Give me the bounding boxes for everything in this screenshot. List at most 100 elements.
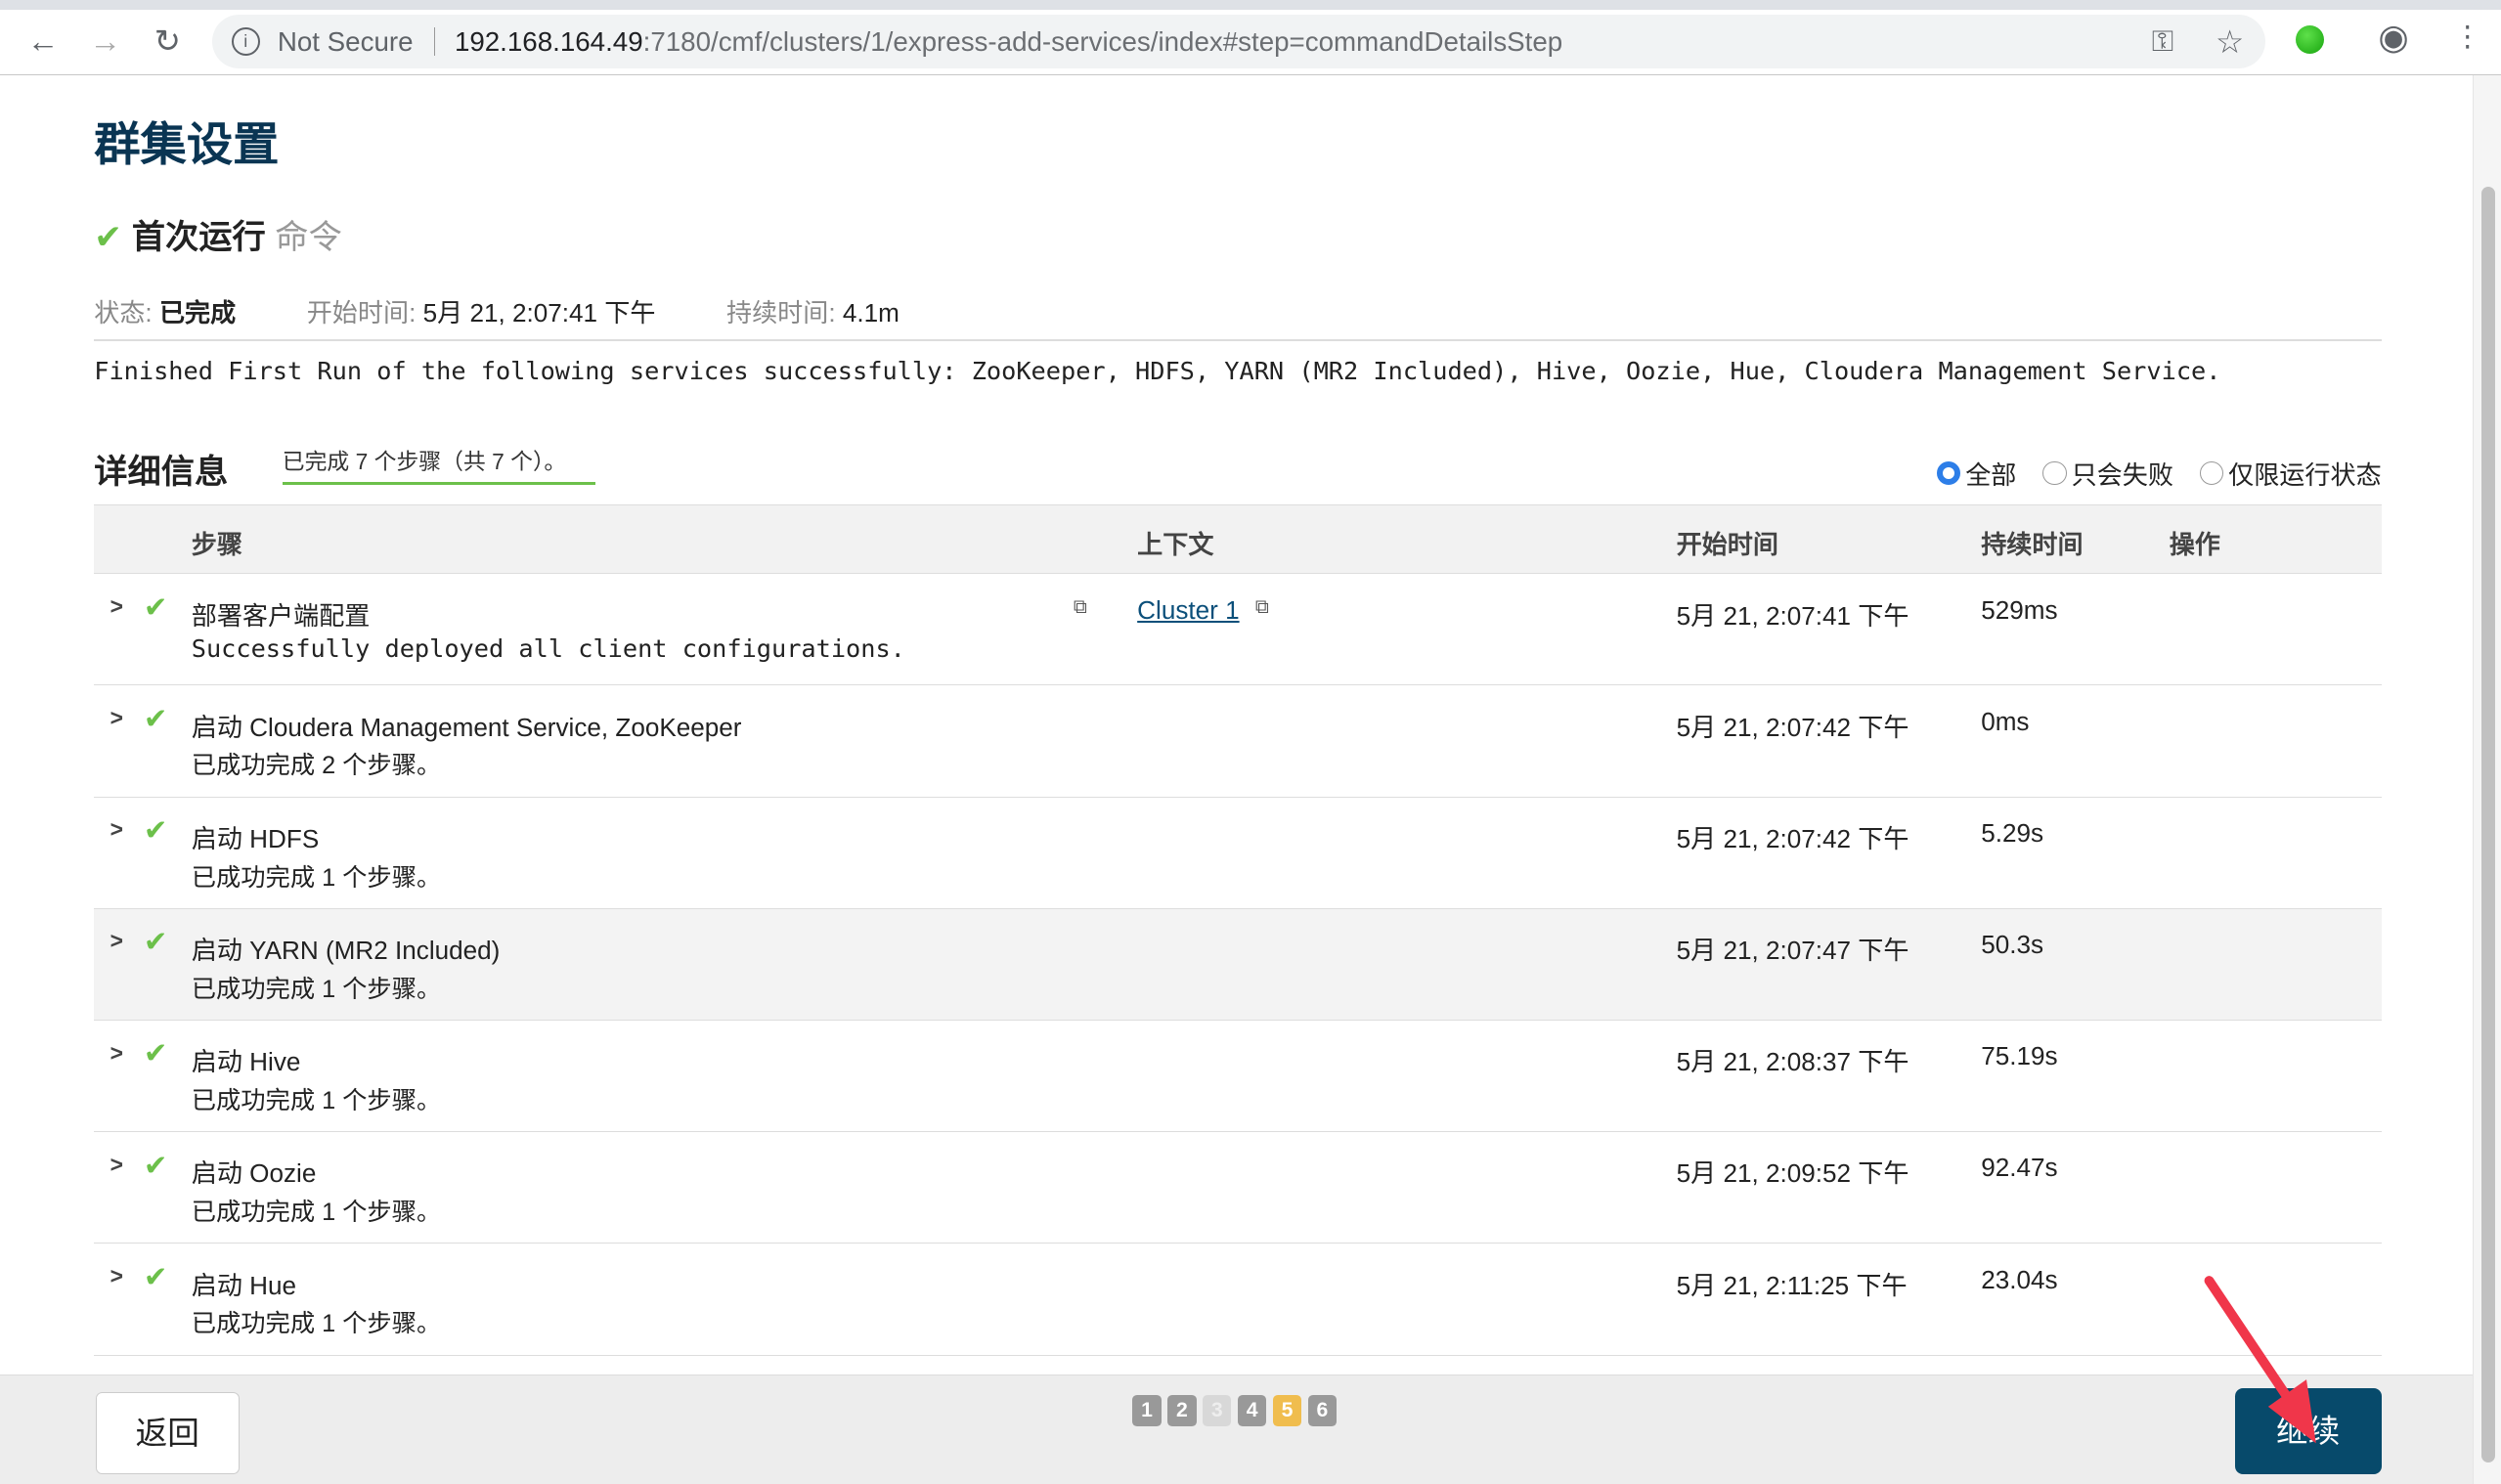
check-icon: ✔ bbox=[143, 1260, 168, 1293]
step-duration: 0ms bbox=[1981, 706, 2030, 736]
status-value: 已完成 bbox=[158, 297, 237, 327]
reload-icon[interactable]: ↻ bbox=[149, 22, 187, 60]
check-icon: ✔ bbox=[143, 590, 168, 624]
step-4[interactable]: 4 bbox=[1237, 1394, 1267, 1427]
expand-chevron-icon[interactable]: > bbox=[110, 816, 123, 843]
step-start-time: 5月 21, 2:07:47 下午 bbox=[1676, 936, 1909, 966]
table-row: > ✔ 启动 Oozie 已成功完成 1 个步骤。 5月 21, 2:09:52… bbox=[94, 1132, 2382, 1244]
tab-strip bbox=[0, 0, 2501, 10]
radio-icon[interactable] bbox=[2042, 460, 2067, 486]
duration-value: 4.1m bbox=[842, 297, 899, 327]
step-5-current: 5 bbox=[1272, 1394, 1302, 1427]
step-start-time: 5月 21, 2:07:41 下午 bbox=[1676, 600, 1909, 631]
expand-chevron-icon[interactable]: > bbox=[110, 1263, 123, 1289]
step-start-time: 5月 21, 2:09:52 下午 bbox=[1676, 1158, 1909, 1189]
column-step: 步骤 bbox=[191, 530, 242, 560]
extension-icon[interactable] bbox=[2295, 25, 2324, 55]
start-label: 开始时间: bbox=[306, 297, 417, 327]
star-icon[interactable]: ☆ bbox=[2216, 15, 2244, 68]
step-duration: 92.47s bbox=[1981, 1153, 2058, 1183]
command-meta: 状态: 已完成 开始时间: 5月 21, 2:07:41 下午 持续时间: 4.… bbox=[94, 292, 899, 329]
step-name: 启动 YARN (MR2 Included) bbox=[191, 936, 501, 966]
step-2[interactable]: 2 bbox=[1167, 1394, 1197, 1427]
status-label: 状态: bbox=[94, 297, 153, 327]
step-description: 已成功完成 1 个步骤。 bbox=[191, 1087, 442, 1115]
filter-label: 仅限运行状态 bbox=[2228, 459, 2382, 490]
filter-all[interactable]: 全部 bbox=[1936, 455, 2016, 492]
menu-icon[interactable]: ⋮ bbox=[2453, 20, 2481, 54]
expand-chevron-icon[interactable]: > bbox=[110, 1040, 123, 1067]
column-actions: 操作 bbox=[2169, 530, 2220, 560]
step-start-time: 5月 21, 2:07:42 下午 bbox=[1676, 823, 1909, 853]
table-row: > ✔ 启动 YARN (MR2 Included) 已成功完成 1 个步骤。 … bbox=[94, 908, 2382, 1022]
step-name: 启动 HDFS bbox=[191, 823, 320, 853]
step-6[interactable]: 6 bbox=[1307, 1394, 1338, 1427]
table-row: > ✔ 启动 Hue 已成功完成 1 个步骤。 5月 21, 2:11:25 下… bbox=[94, 1244, 2382, 1356]
check-icon: ✔ bbox=[143, 814, 168, 847]
back-button[interactable]: 返回 bbox=[95, 1391, 240, 1475]
step-description: 已成功完成 1 个步骤。 bbox=[191, 863, 442, 892]
step-name: 启动 Hue bbox=[191, 1270, 297, 1300]
step-3: 3 bbox=[1203, 1394, 1232, 1427]
step-description: Successfully deployed all client configu… bbox=[191, 634, 905, 664]
progress-summary: 已完成 7 个步骤（共 7 个）。 bbox=[282, 444, 595, 486]
step-description: 已成功完成 2 个步骤。 bbox=[191, 752, 442, 780]
step-duration: 529ms bbox=[1981, 594, 2058, 625]
step-start-time: 5月 21, 2:07:42 下午 bbox=[1676, 712, 1909, 742]
external-link-icon[interactable]: ⧉ bbox=[1255, 596, 1269, 619]
account-icon[interactable]: ◉ bbox=[2378, 18, 2408, 58]
step-duration: 23.04s bbox=[1981, 1264, 2058, 1294]
key-icon[interactable]: ⚿ bbox=[2152, 15, 2173, 68]
filter-radios: 全部 只会失败 仅限运行状态 bbox=[1917, 455, 2382, 492]
check-icon: ✔ bbox=[143, 1037, 168, 1070]
divider bbox=[433, 26, 436, 57]
address-bar[interactable]: i Not Secure 192.168.164.49:7180/cmf/clu… bbox=[211, 14, 2265, 69]
filter-label: 只会失败 bbox=[2071, 459, 2173, 490]
step-name: 启动 Cloudera Management Service, ZooKeepe… bbox=[191, 712, 742, 742]
step-start-time: 5月 21, 2:08:37 下午 bbox=[1676, 1047, 1909, 1077]
details-heading: 详细信息 bbox=[94, 453, 229, 491]
external-link-icon[interactable]: ⧉ bbox=[1074, 596, 1087, 619]
step-duration: 50.3s bbox=[1981, 930, 2044, 960]
divider bbox=[94, 339, 2382, 342]
info-icon[interactable]: i bbox=[231, 26, 260, 57]
filter-running-only[interactable]: 仅限运行状态 bbox=[2199, 455, 2382, 492]
filter-failed-only[interactable]: 只会失败 bbox=[2042, 455, 2173, 492]
expand-chevron-icon[interactable]: > bbox=[110, 705, 123, 731]
scrollbar[interactable] bbox=[2472, 74, 2501, 1484]
security-label: Not Secure bbox=[277, 25, 414, 57]
column-duration: 持续时间 bbox=[1981, 530, 2084, 560]
column-context: 上下文 bbox=[1137, 530, 1214, 560]
radio-icon[interactable] bbox=[2199, 460, 2224, 486]
table-row: > ✔ 启动 Cloudera Management Service, ZooK… bbox=[94, 685, 2382, 798]
table-row: > ✔ 启动 Hive 已成功完成 1 个步骤。 5月 21, 2:08:37 … bbox=[94, 1021, 2382, 1133]
continue-button[interactable]: 继续 bbox=[2234, 1388, 2382, 1475]
scrollbar-thumb[interactable] bbox=[2480, 186, 2496, 1462]
url-host: 192.168.164.49 bbox=[454, 25, 643, 57]
command-title: ✔ 首次运行 命令 bbox=[94, 209, 342, 258]
expand-chevron-icon[interactable]: > bbox=[110, 928, 123, 954]
forward-arrow-icon[interactable]: → bbox=[86, 22, 124, 60]
step-name: 启动 Oozie bbox=[191, 1158, 317, 1189]
check-icon: ✔ bbox=[143, 702, 168, 735]
step-1[interactable]: 1 bbox=[1132, 1394, 1162, 1427]
step-name: 启动 Hive bbox=[191, 1047, 301, 1077]
step-description: 已成功完成 1 个步骤。 bbox=[191, 1199, 442, 1227]
table-row: > ✔ 部署客户端配置 Successfully deployed all cl… bbox=[94, 574, 2382, 686]
step-description: 已成功完成 1 个步骤。 bbox=[191, 975, 442, 1003]
result-message: Finished First Run of the following serv… bbox=[94, 357, 2221, 386]
footer-bar: 返回 1 2 3 4 5 6 继续 bbox=[0, 1375, 2473, 1484]
back-arrow-icon[interactable]: ← bbox=[23, 22, 62, 60]
step-description: 已成功完成 1 个步骤。 bbox=[191, 1310, 442, 1338]
start-value: 5月 21, 2:07:41 下午 bbox=[422, 297, 656, 327]
context-link[interactable]: Cluster 1 bbox=[1137, 595, 1239, 626]
step-duration: 75.19s bbox=[1981, 1041, 2058, 1071]
expand-chevron-icon[interactable]: > bbox=[110, 1152, 123, 1178]
radio-icon[interactable] bbox=[1936, 460, 1961, 486]
table-row: > ✔ 启动 HDFS 已成功完成 1 个步骤。 5月 21, 2:07:42 … bbox=[94, 798, 2382, 909]
step-duration: 5.29s bbox=[1981, 817, 2044, 848]
url-path: :7180/cmf/clusters/1/express-add-service… bbox=[642, 25, 1563, 57]
url-text[interactable]: 192.168.164.49:7180/cmf/clusters/1/expre… bbox=[455, 15, 1562, 68]
expand-chevron-icon[interactable]: > bbox=[110, 593, 123, 620]
command-name: 首次运行 bbox=[131, 218, 266, 256]
